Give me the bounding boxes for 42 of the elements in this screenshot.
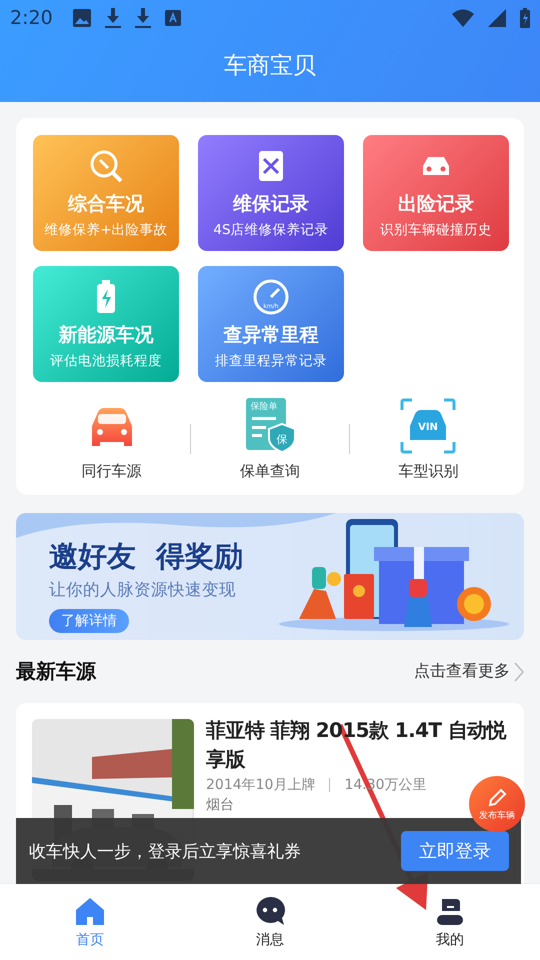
tool-label[interactable]: 同行车源 [82,462,142,481]
signal-icon [488,9,506,27]
banner-subtitle: 让你的人脉资源快速变现 [49,579,237,601]
tool-label[interactable]: 保单查询 [240,462,300,481]
service-tile[interactable]: 出险记录 识别车辆碰撞历史 [363,135,509,251]
image-icon [72,9,91,27]
chevron-right-icon [514,662,524,682]
tile-subtitle: 评估电池损耗程度 [50,352,162,370]
invite-banner[interactable]: 邀好友 得奖励 让你的人脉资源快速变现 了解详情 [16,513,524,640]
nav-tab[interactable]: 我的 [360,884,540,960]
tile-title: 出险记录 [398,192,474,217]
download-icon [104,8,121,28]
keyboard-icon [164,10,181,26]
section-title: 最新车源 [16,658,96,685]
login-button[interactable]: 立即登录 [401,831,509,871]
tile-subtitle: 识别车辆碰撞历史 [380,221,492,239]
tool-label[interactable]: 车型识别 [398,462,458,481]
details-button[interactable]: 了解详情 [49,609,129,633]
tile-title: 查异常里程 [224,323,318,348]
home-icon [74,895,106,927]
nav-tab[interactable]: 首页 [0,884,180,960]
login-prompt: 收车快人一步，登录后立享惊喜礼券 [29,840,301,862]
tile-subtitle: 排查里程异常记录 [215,352,327,370]
chat-icon [254,895,286,927]
banner-title: 邀好友 [49,538,136,575]
registration-date: 2014年10月上牌 [206,776,316,794]
service-tile[interactable]: 维保记录 4S店维修保养记录 [198,135,344,251]
status-time: 2:20 [10,7,53,29]
banner-title: 得奖励 [156,538,243,575]
wifi-icon [452,9,474,27]
download-icon [134,8,151,28]
tile-title: 综合车况 [68,192,144,217]
more-link[interactable]: 点击查看更多 [414,661,524,682]
tile-title: 维保记录 [233,192,309,217]
battery-icon [520,8,530,28]
tile-subtitle: 维修保养+出险事故 [44,221,168,239]
pencil-icon [486,786,508,808]
tile-title: 新能源车况 [58,323,154,348]
tile-subtitle: 4S店维修保养记录 [213,221,329,239]
city: 烟台 [206,796,234,814]
nav-tab[interactable]: 消息 [180,884,360,960]
app-title: 车商宝贝 [224,52,316,80]
